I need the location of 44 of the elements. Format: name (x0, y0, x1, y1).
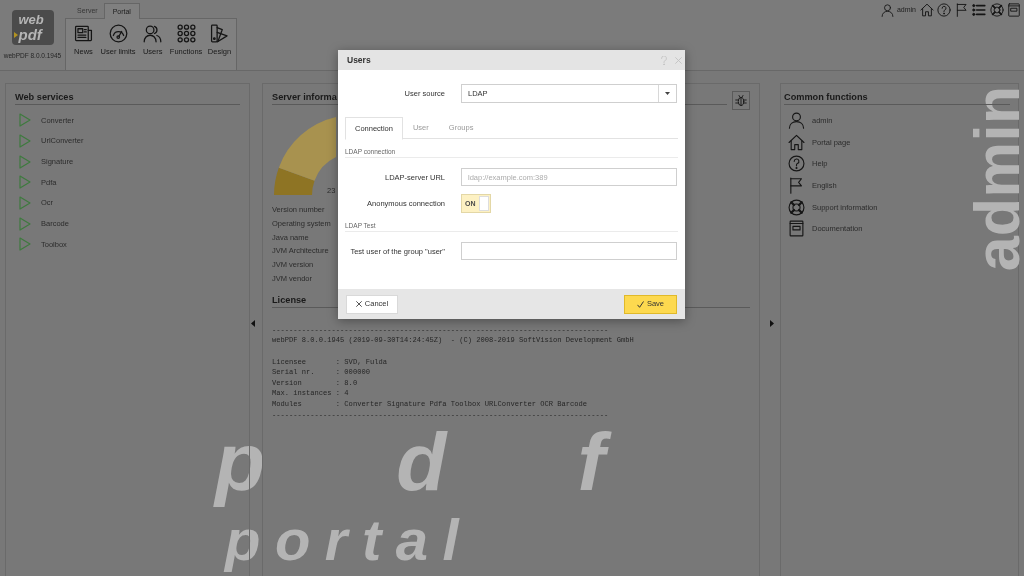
close-icon (355, 301, 362, 307)
play-icon (19, 196, 31, 211)
caret-down-icon (665, 92, 670, 95)
dot-grid-icon (176, 24, 196, 43)
play-icon (19, 134, 31, 149)
bug-button[interactable] (732, 91, 750, 110)
book-icon (788, 220, 805, 238)
home-icon[interactable] (919, 3, 934, 17)
help-icon[interactable] (937, 3, 951, 17)
panel-title: License (272, 294, 307, 306)
newspaper-icon (74, 24, 93, 43)
book-icon[interactable] (1007, 3, 1021, 17)
panel-title: Web services (15, 92, 74, 103)
lifebuoy-icon[interactable] (989, 3, 1004, 17)
dialog-title: Users (347, 53, 371, 67)
left-triangle-icon[interactable] (251, 320, 255, 327)
bug-icon (735, 94, 747, 107)
play-icon (19, 154, 31, 169)
users-icon (143, 24, 163, 43)
user-icon (788, 112, 805, 130)
check-icon (636, 300, 644, 308)
panel-title: Common functions (784, 92, 868, 103)
logo-text: web (18, 12, 44, 27)
play-icon (19, 216, 31, 231)
triangle-icon (13, 31, 18, 38)
logo-text: pdf (18, 26, 42, 43)
user-icon (880, 3, 894, 17)
play-icon (19, 175, 31, 190)
home-icon (788, 133, 805, 151)
right-triangle-icon[interactable] (770, 320, 774, 327)
lifebuoy-icon (788, 198, 805, 216)
list-icon[interactable] (972, 3, 986, 17)
flag-icon[interactable] (954, 3, 969, 17)
play-icon (19, 237, 31, 252)
background-lettering: pdf (215, 417, 737, 508)
gauge-icon (108, 24, 128, 43)
background-lettering: portal (225, 508, 474, 572)
help-icon (788, 155, 805, 173)
play-icon (19, 113, 31, 128)
input-field[interactable] (461, 242, 677, 260)
swatches-icon (210, 24, 229, 43)
flag-icon (788, 177, 805, 195)
panel-title: Server informa (272, 92, 337, 103)
background-lettering: admin (966, 85, 1024, 272)
